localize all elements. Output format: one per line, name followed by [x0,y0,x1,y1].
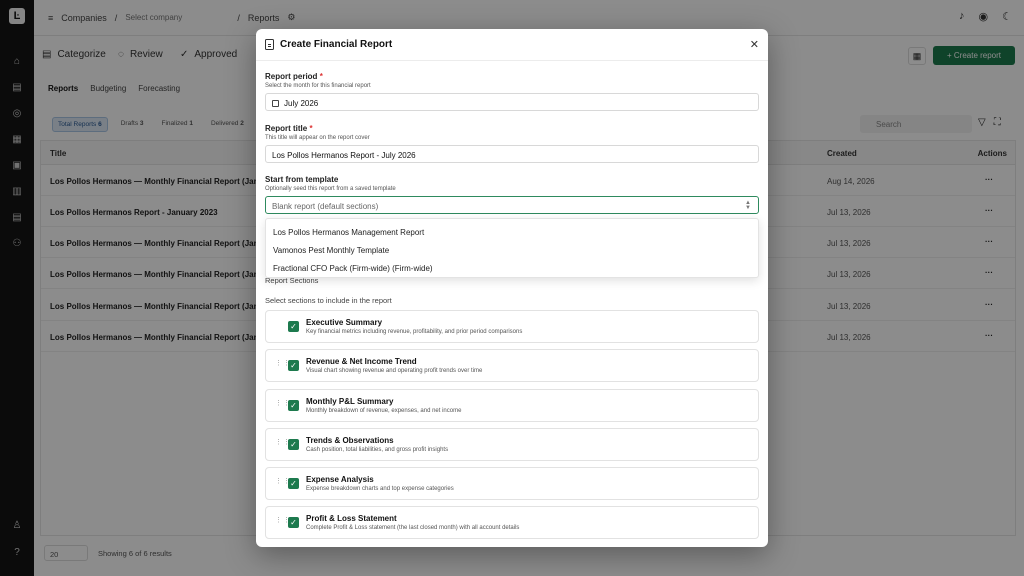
section-checkbox[interactable]: ✓ [288,360,299,371]
close-icon[interactable]: ✕ [750,38,759,51]
section-card[interactable]: ⋮⋮ ✓ Monthly P&L Summary Monthly breakdo… [265,389,759,422]
report-title-hint: This title will appear on the report cov… [265,135,370,141]
template-select[interactable]: Blank report (default sections) ▲ ▼ [265,196,759,214]
sections-hint: Select sections to include in the report [265,296,392,305]
section-card[interactable]: ⋮⋮ ✓ Expense Analysis Expense breakdown … [265,467,759,500]
create-report-dialog: Create Financial Report ✕ Report period … [256,29,768,547]
chevron-updown-icon: ▲ ▼ [745,200,751,211]
drag-handle-icon[interactable]: ⋮⋮ [275,400,290,411]
template-option[interactable]: Vamonos Pest Monthly Template [273,246,389,255]
report-title-label: Report title * [265,124,313,133]
calendar-icon [272,100,279,107]
template-option[interactable]: Los Pollos Hermanos Management Report [273,228,424,237]
template-option[interactable]: Fractional CFO Pack (Firm-wide) (Firm-wi… [273,264,433,273]
section-card[interactable]: ⋮⋮ ✓ Trends & Observations Cash position… [265,428,759,461]
section-checkbox[interactable]: ✓ [288,439,299,450]
template-label: Start from template [265,175,339,184]
template-dropdown: Los Pollos Hermanos Management Report Va… [265,218,759,278]
report-period-picker[interactable]: July 2026 [265,93,759,111]
template-hint: Optionally seed this report from a saved… [265,186,396,192]
section-checkbox[interactable]: ✓ [288,321,299,332]
report-period-label: Report period * [265,72,323,81]
dialog-header: Create Financial Report ✕ [256,29,768,61]
report-period-hint: Select the month for this financial repo… [265,83,371,89]
document-icon [265,39,274,50]
drag-handle-icon[interactable]: ⋮⋮ [275,478,290,489]
drag-handle-icon[interactable]: ⋮⋮ [275,517,290,528]
section-card[interactable]: ⋮⋮ ✓ Revenue & Net Income Trend Visual c… [265,349,759,382]
drag-handle-icon[interactable]: ⋮⋮ [275,439,290,450]
section-card[interactable]: ⋮⋮ ✓ Profit & Loss Statement Complete Pr… [265,506,759,539]
section-checkbox[interactable]: ✓ [288,400,299,411]
report-title-input[interactable]: Los Pollos Hermanos Report - July 2026 [265,145,759,163]
section-card[interactable]: ✓ Executive Summary Key financial metric… [265,310,759,343]
dialog-title: Create Financial Report [280,39,393,50]
drag-handle-icon[interactable]: ⋮⋮ [275,360,290,371]
section-checkbox[interactable]: ✓ [288,478,299,489]
section-checkbox[interactable]: ✓ [288,517,299,528]
